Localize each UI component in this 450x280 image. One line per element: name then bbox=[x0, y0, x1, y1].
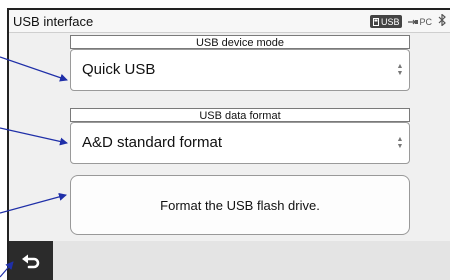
usb-status-label: USB bbox=[380, 16, 400, 27]
pc-connection-label: PC bbox=[419, 16, 432, 27]
select-arrows-icon: ▲ ▼ bbox=[396, 63, 404, 77]
select-arrows-icon: ▲ ▼ bbox=[396, 136, 404, 150]
device-mode-label: USB device mode bbox=[70, 35, 410, 49]
device-screen: USB interface USB PC USB device mode Qui… bbox=[7, 8, 450, 280]
device-mode-value: Quick USB bbox=[82, 61, 156, 78]
data-format-select[interactable]: A&D standard format ▲ ▼ bbox=[70, 122, 410, 164]
title-bar: USB interface USB PC bbox=[9, 10, 450, 33]
format-usb-button[interactable]: Format the USB flash drive. bbox=[70, 175, 410, 235]
usb-status-icon: USB bbox=[369, 15, 403, 28]
bluetooth-icon bbox=[438, 13, 446, 29]
device-mode-select[interactable]: Quick USB ▲ ▼ bbox=[70, 49, 410, 91]
data-format-value: A&D standard format bbox=[82, 134, 223, 151]
back-arrow-icon bbox=[22, 254, 40, 268]
window-title: USB interface bbox=[13, 14, 94, 29]
format-usb-button-label: Format the USB flash drive. bbox=[160, 197, 320, 213]
status-indicators: USB PC bbox=[369, 13, 446, 29]
pc-connection-icon: PC bbox=[408, 17, 432, 27]
data-format-label: USB data format bbox=[70, 108, 410, 122]
back-button[interactable] bbox=[9, 241, 53, 280]
footer-bar bbox=[9, 241, 450, 280]
